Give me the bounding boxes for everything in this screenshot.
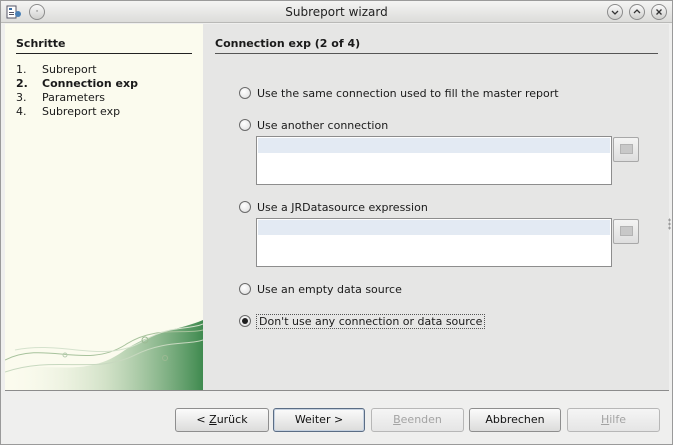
expression-editor-icon [620, 226, 633, 236]
maximize-icon[interactable] [629, 4, 645, 20]
content-panel: Connection exp (2 of 4) Use the same con… [203, 24, 669, 390]
minimize-icon[interactable] [607, 4, 623, 20]
help-rest: ilfe [609, 413, 627, 426]
step-subreport: 1. Subreport [16, 63, 97, 76]
datasource-expression-editor-button[interactable] [613, 219, 639, 244]
back-button[interactable]: < Zurück [175, 408, 269, 432]
wizard-window: · Subreport wizard Schritte 1. Subreport … [0, 0, 673, 445]
back-prefix: < [196, 413, 210, 426]
page-title: Connection exp (2 of 4) [215, 37, 658, 54]
step-parameters: 3. Parameters [16, 91, 105, 104]
radio-label[interactable]: Use another connection [257, 119, 388, 132]
radio-no-connection[interactable] [239, 315, 251, 327]
cancel-button[interactable]: Abbrechen [469, 408, 561, 432]
step-label: Subreport exp [42, 105, 121, 118]
radio-empty-datasource[interactable] [239, 283, 251, 295]
finish-mnemonic: B [393, 413, 401, 426]
steps-title: Schritte [16, 37, 192, 54]
radio-another-connection[interactable] [239, 119, 251, 131]
option-empty-datasource[interactable]: Use an empty data source [239, 282, 402, 296]
step-number: 3. [16, 91, 27, 104]
radio-same-connection[interactable] [239, 87, 251, 99]
help-button[interactable]: Hilfe [567, 408, 660, 432]
resize-handle[interactable] [668, 218, 671, 230]
step-label: Connection exp [42, 77, 138, 90]
next-button[interactable]: Weiter > [273, 408, 365, 432]
radio-label[interactable]: Don't use any connection or data source [255, 313, 486, 329]
help-mnemonic: H [600, 413, 610, 426]
step-number: 1. [16, 63, 27, 76]
finish-button[interactable]: Beenden [371, 408, 464, 432]
option-no-connection[interactable]: Don't use any connection or data source [239, 313, 486, 329]
steps-panel: Schritte 1. Subreport 2. Connection exp 3.… [5, 24, 203, 390]
radio-label[interactable]: Use an empty data source [257, 283, 402, 296]
connection-expression-field[interactable] [256, 136, 612, 185]
back-rest: urück [216, 413, 248, 426]
step-number: 4. [16, 105, 27, 118]
expression-editor-icon [620, 144, 633, 154]
radio-label[interactable]: Use the same connection used to fill the… [257, 87, 559, 100]
option-another-connection[interactable]: Use another connection [239, 118, 388, 132]
option-same-connection[interactable]: Use the same connection used to fill the… [239, 86, 559, 100]
decorative-swirl-image [5, 320, 203, 390]
title-bar[interactable]: · Subreport wizard [1, 1, 672, 23]
step-label: Parameters [42, 91, 105, 104]
divider [5, 390, 669, 391]
step-label: Subreport [42, 63, 97, 76]
close-icon[interactable] [651, 4, 667, 20]
step-connection-exp: 2. Connection exp [16, 77, 138, 90]
current-line-highlight [258, 138, 610, 153]
step-subreport-exp: 4. Subreport exp [16, 105, 120, 118]
window-title: Subreport wizard [285, 5, 388, 19]
radio-label[interactable]: Use a JRDatasource expression [257, 201, 428, 214]
finish-rest: eenden [400, 413, 442, 426]
radio-jr-datasource[interactable] [239, 201, 251, 213]
connection-expression-editor-button[interactable] [613, 137, 639, 162]
option-jr-datasource[interactable]: Use a JRDatasource expression [239, 200, 428, 214]
current-line-highlight [258, 220, 610, 235]
datasource-expression-field[interactable] [256, 218, 612, 267]
step-number: 2. [16, 77, 28, 90]
back-mnemonic: Z [209, 413, 217, 426]
